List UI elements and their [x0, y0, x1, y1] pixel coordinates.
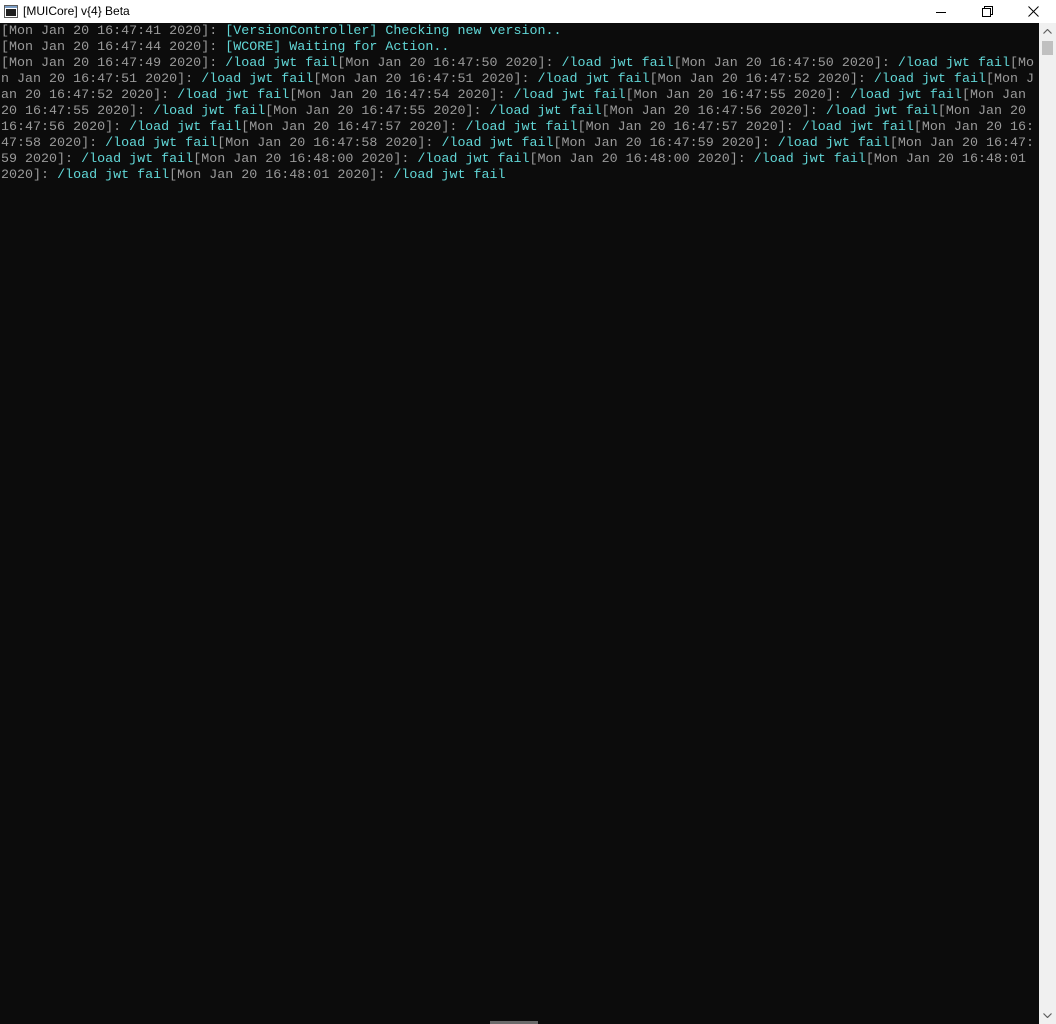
log-timestamp: [Mon Jan 20 16:47:56 2020]:: [601, 104, 826, 119]
scroll-up-button[interactable]: [1039, 23, 1056, 40]
chevron-up-icon: [1043, 29, 1052, 34]
log-message: /load jwt fail: [201, 72, 314, 87]
log-message: /load jwt fail: [801, 120, 914, 135]
log-timestamp: [Mon Jan 20 16:47:44 2020]:: [1, 40, 226, 55]
window-controls: [918, 0, 1056, 23]
log-message: /load jwt fail: [873, 72, 986, 87]
log-message: [WCORE] Waiting for Action..: [225, 40, 450, 55]
log-message: /load jwt fail: [489, 104, 602, 119]
log-message: /load jwt fail: [81, 152, 194, 167]
log-timestamp: [Mon Jan 20 16:48:01 2020]:: [169, 168, 394, 183]
restore-button[interactable]: [964, 0, 1010, 23]
log-message: /load jwt fail: [465, 120, 578, 135]
log-message: /load jwt fail: [753, 152, 866, 167]
log-timestamp: [Mon Jan 20 16:48:00 2020]:: [193, 152, 418, 167]
log-timestamp: [Mon Jan 20 16:47:52 2020]:: [649, 72, 874, 87]
log-timestamp: [Mon Jan 20 16:47:51 2020]:: [313, 72, 538, 87]
log-timestamp: [Mon Jan 20 16:47:50 2020]:: [673, 56, 898, 71]
log-timestamp: [Mon Jan 20 16:47:41 2020]:: [1, 24, 226, 39]
log-message: /load jwt fail: [177, 88, 290, 103]
console-window-icon[interactable]: [4, 5, 18, 18]
console-output[interactable]: [Mon Jan 20 16:47:41 2020]: [VersionCont…: [0, 23, 1039, 1024]
log-message: /load jwt fail: [105, 136, 218, 151]
window-title: [MUICore] v{4} Beta: [23, 4, 130, 18]
log-message: /load jwt fail: [57, 168, 170, 183]
log-timestamp: [Mon Jan 20 16:47:59 2020]:: [553, 136, 778, 151]
log-message: /load jwt fail: [441, 136, 554, 151]
console-line: [Mon Jan 20 16:47:49 2020]: /load jwt fa…: [1, 56, 1039, 184]
log-timestamp: [Mon Jan 20 16:48:00 2020]:: [529, 152, 754, 167]
log-timestamp: [Mon Jan 20 16:47:55 2020]:: [265, 104, 490, 119]
close-button[interactable]: [1010, 0, 1056, 23]
minimize-icon: [936, 11, 946, 13]
log-timestamp: [Mon Jan 20 16:47:55 2020]:: [625, 88, 850, 103]
close-icon: [1027, 6, 1039, 17]
log-message: /load jwt fail: [897, 56, 1010, 71]
log-timestamp: [Mon Jan 20 16:47:57 2020]:: [241, 120, 466, 135]
log-timestamp: [Mon Jan 20 16:47:49 2020]:: [1, 56, 226, 71]
console-line: [Mon Jan 20 16:47:41 2020]: [VersionCont…: [1, 24, 1039, 40]
log-message: /load jwt fail: [537, 72, 650, 87]
log-timestamp: [Mon Jan 20 16:47:50 2020]:: [337, 56, 562, 71]
log-message: /load jwt fail: [393, 168, 506, 183]
log-message: /load jwt fail: [777, 136, 890, 151]
chevron-down-icon: [1043, 1013, 1052, 1018]
log-timestamp: [Mon Jan 20 16:47:54 2020]:: [289, 88, 514, 103]
log-timestamp: [Mon Jan 20 16:47:58 2020]:: [217, 136, 442, 151]
log-message: /load jwt fail: [129, 120, 242, 135]
log-message: /load jwt fail: [825, 104, 938, 119]
title-bar[interactable]: [MUICore] v{4} Beta: [0, 0, 1056, 23]
log-message: /load jwt fail: [849, 88, 962, 103]
vertical-scrollbar[interactable]: [1039, 23, 1056, 1024]
log-timestamp: [Mon Jan 20 16:47:57 2020]:: [577, 120, 802, 135]
scroll-down-button[interactable]: [1039, 1007, 1056, 1024]
minimize-button[interactable]: [918, 0, 964, 23]
log-message: /load jwt fail: [561, 56, 674, 71]
log-message: [VersionController] Checking new version…: [225, 24, 562, 39]
log-message: /load jwt fail: [513, 88, 626, 103]
console-window: [MUICore] v{4} Beta [Mon Jan 20 16:47:41…: [0, 0, 1056, 1024]
scroll-thumb[interactable]: [1042, 41, 1053, 55]
restore-icon: [981, 6, 993, 17]
log-message: /load jwt fail: [153, 104, 266, 119]
log-message: /load jwt fail: [417, 152, 530, 167]
log-message: /load jwt fail: [225, 56, 338, 71]
console-line: [Mon Jan 20 16:47:44 2020]: [WCORE] Wait…: [1, 40, 1039, 56]
